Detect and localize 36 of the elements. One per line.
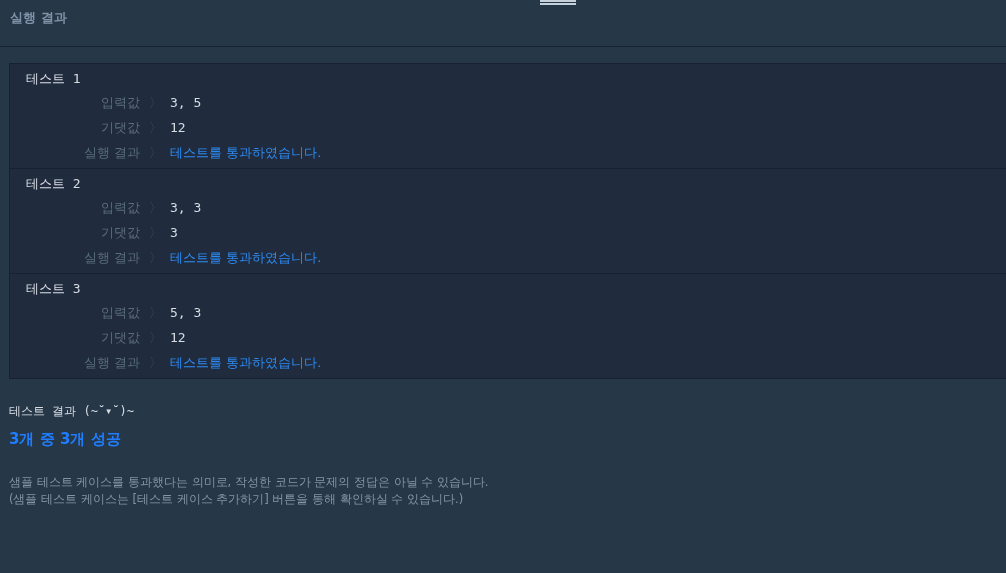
resize-handle-icon[interactable] [540,0,576,5]
note-text: 샘플 테스트 케이스를 통과했다는 의미로, 작성한 코드가 문제의 정답은 아닐 수 있습니다. [9,475,490,490]
separator-icon: 〉 [140,223,170,242]
row-value: 5, 3 [170,305,202,320]
row-label: 기댓값 [100,118,140,137]
row-label: 실행 결과 [82,143,140,162]
separator-icon: 〉 [140,328,170,347]
note-text: (샘플 테스트 케이스는 [테스트 케이스 추가하기] 버튼을 통해 확인하실 수 있습니다.) [9,492,465,507]
score-text: 3개 중 3개 성공 [9,430,122,449]
test-title: 테스트 1 [26,70,82,88]
result-text: 테스트를 통과하였습니다. [170,143,322,162]
row-label: 실행 결과 [82,248,140,267]
separator-icon: 〉 [140,303,170,322]
summary-heading: 테스트 결과 (~˘▾˘)~ [9,403,136,420]
test-title: 테스트 2 [26,175,82,193]
row-label: 입력값 [100,303,140,322]
separator-icon: 〉 [140,118,170,137]
row-label: 기댓값 [100,223,140,242]
row-value: 3, 3 [170,200,202,215]
row-label: 실행 결과 [82,353,140,372]
panel-title: 실행 결과 [10,9,68,27]
row-value: 3 [170,225,178,240]
result-text: 테스트를 통과하였습니다. [170,248,322,267]
separator-icon: 〉 [140,143,170,162]
separator-icon: 〉 [140,353,170,372]
row-value: 12 [170,120,186,135]
separator-icon: 〉 [140,248,170,267]
separator-icon: 〉 [140,93,170,112]
test-title: 테스트 3 [26,280,82,298]
row-value: 3, 5 [170,95,202,110]
separator-icon: 〉 [140,198,170,217]
row-label: 입력값 [100,93,140,112]
row-value: 12 [170,330,186,345]
row-label: 입력값 [100,198,140,217]
result-text: 테스트를 통과하였습니다. [170,353,322,372]
row-label: 기댓값 [100,328,140,347]
